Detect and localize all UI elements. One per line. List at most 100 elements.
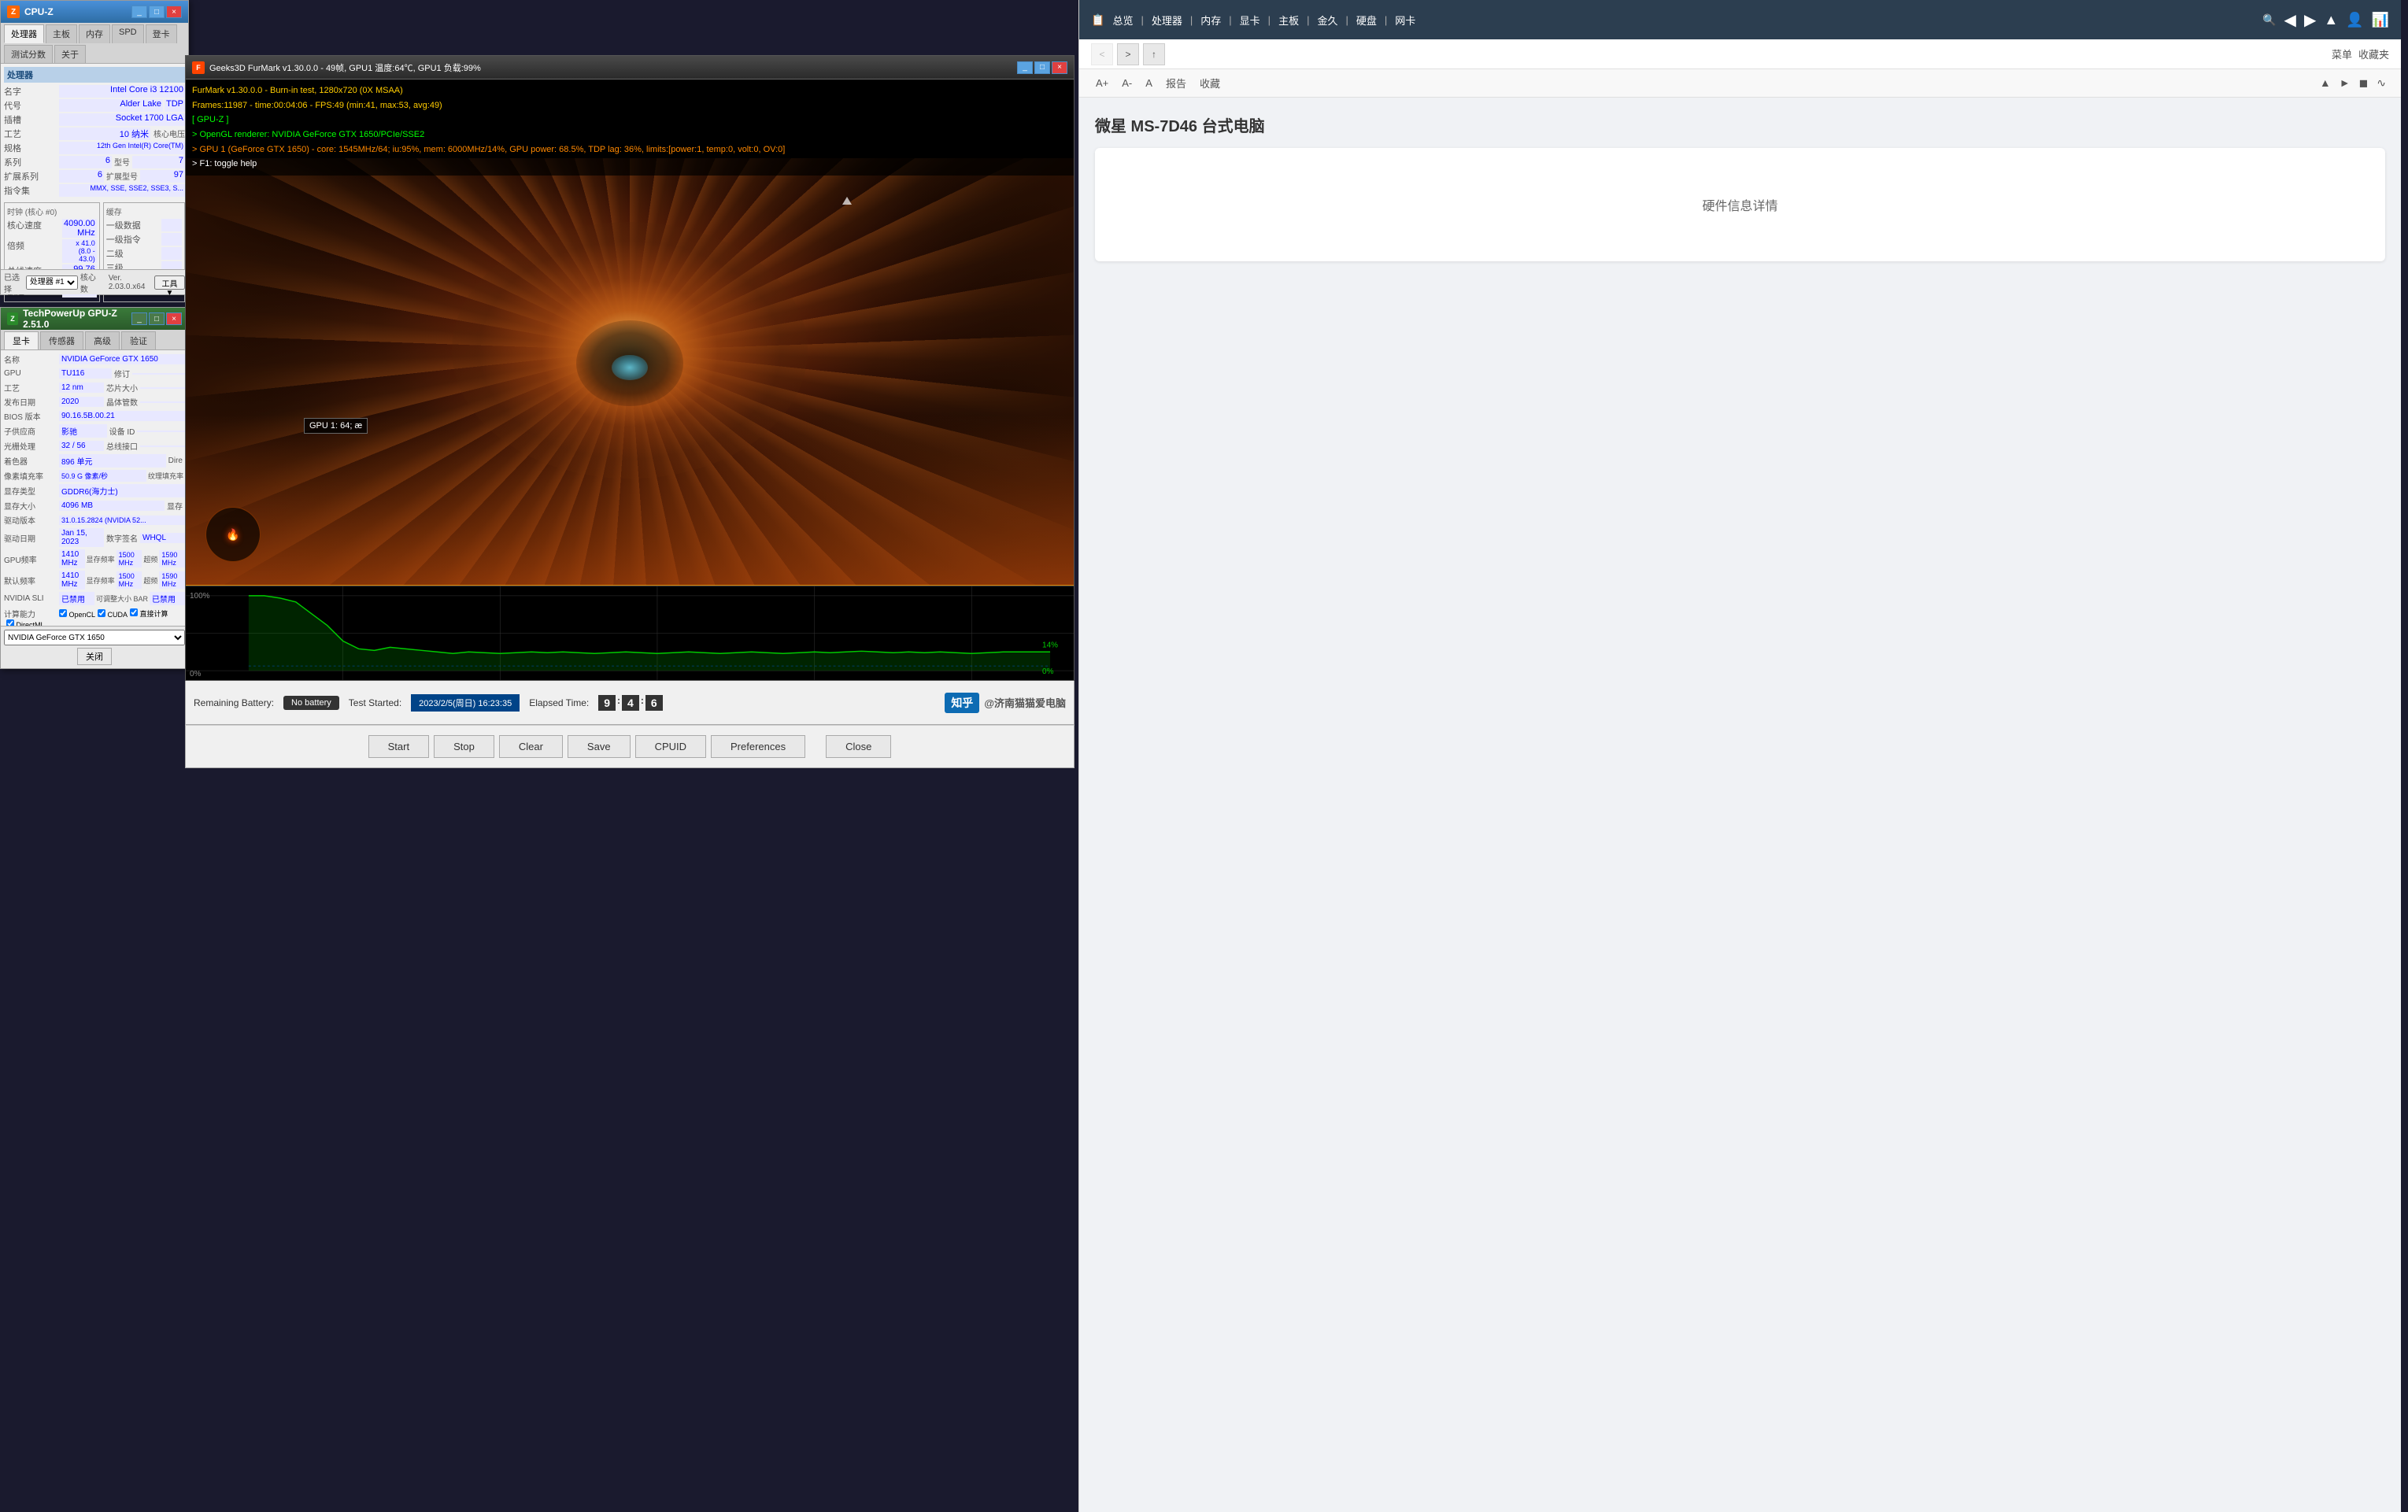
- cpuz-processor-selector[interactable]: 处理器 #1: [26, 275, 78, 290]
- cpuz-row-instructions: 指令集 MMX, SSE, SSE2, SSE3, S...: [4, 184, 185, 197]
- cpuz-tab-memory[interactable]: 内存: [79, 24, 110, 43]
- gpuz-opencl-check[interactable]: OpenCL: [59, 609, 95, 619]
- second-nav-memory[interactable]: 内存: [1200, 13, 1221, 28]
- cpuz-tabs: 处理器 主板 内存 SPD 登卡 测试分数 关于: [1, 23, 188, 64]
- furmark-lava-bg: 🔥: [186, 158, 1074, 586]
- temp-line-indicator: [186, 585, 1074, 586]
- clear-button[interactable]: Clear: [499, 735, 563, 758]
- gpuz-row-default-clock: 默认频率 1410 MHz 显存频率 1500 MHz 超频 1590 MHz: [4, 571, 185, 590]
- furmark-maximize-btn[interactable]: □: [1034, 61, 1050, 74]
- cpuz-title-text: CPU-Z: [24, 6, 54, 17]
- furmark-status-bar: Remaining Battery: No battery Test Start…: [185, 681, 1075, 725]
- gpuz-window-controls: _ □ ×: [131, 312, 182, 325]
- second-nav-hardware[interactable]: 网卡: [1395, 13, 1415, 28]
- furmark-info-line-1: FurMark v1.30.0.0 - Burn-in test, 1280x7…: [192, 83, 1067, 98]
- cpuz-version: Ver. 2.03.0.x64: [109, 274, 152, 291]
- furmark-titlebar[interactable]: F Geeks3D FurMark v1.30.0.0 - 49帧, GPU1 …: [186, 56, 1074, 79]
- second-app-toolbar-right: 菜单 收藏夹: [2332, 46, 2389, 61]
- cpuz-titlebar[interactable]: Z CPU-Z _ □ ×: [1, 1, 188, 23]
- second-nav-up-icon[interactable]: ▲: [2324, 12, 2338, 28]
- gpuz-row-fillrate: 像素填充率 50.9 G 像素/秒 纹理填充率: [4, 470, 185, 482]
- menu-icon-1[interactable]: ▲: [2317, 73, 2334, 93]
- gpuz-row-gpu-clock: GPU频率 1410 MHz 显存频率 1500 MHz 超频 1590 MHz: [4, 549, 185, 568]
- menu-icon-3[interactable]: ◼: [2356, 73, 2372, 93]
- second-nav-network[interactable]: 硬盘: [1356, 13, 1377, 28]
- cpuz-tab-spd[interactable]: SPD: [112, 24, 144, 43]
- furmark-minimize-btn[interactable]: _: [1017, 61, 1033, 74]
- test-started-value: 2023/2/5(周日) 16:23:35: [411, 694, 520, 712]
- furmark-close-btn[interactable]: ×: [1052, 61, 1067, 74]
- second-nav-motherboard[interactable]: 主板: [1278, 13, 1299, 28]
- second-topbar-icon1[interactable]: 👤: [2346, 12, 2363, 28]
- furmark-info-line-6: > F1: toggle help: [192, 157, 1067, 172]
- second-toolbar-menu[interactable]: 菜单: [2332, 46, 2352, 61]
- elapsed-seconds: 6: [645, 695, 663, 711]
- gpuz-close-row: 关闭: [4, 648, 185, 665]
- svg-text:100%: 100%: [190, 592, 210, 601]
- furmark-window-controls: _ □ ×: [1017, 61, 1067, 74]
- gpuz-tabs: 显卡 传感器 高级 验证: [1, 330, 188, 350]
- gpuz-row-sli: NVIDIA SLI 已禁用 可调整大小 BAR 已禁用: [4, 592, 185, 605]
- menu-item-zoom[interactable]: A: [1141, 74, 1157, 92]
- second-nav-storage[interactable]: 金久: [1317, 13, 1337, 28]
- gpuz-tab-sensors[interactable]: 传感器: [40, 331, 83, 349]
- menu-item-collect[interactable]: 收藏: [1195, 72, 1225, 94]
- menu-item-a-increase[interactable]: A+: [1091, 74, 1113, 92]
- stop-button[interactable]: Stop: [434, 735, 494, 758]
- gpuz-close-button[interactable]: 关闭: [77, 648, 112, 665]
- furmark-info-line-3: [ GPU-Z ]: [192, 113, 1067, 128]
- furmark-info-line-5: > GPU 1 (GeForce GTX 1650) - core: 1545M…: [192, 142, 1067, 157]
- cpuz-minimize-btn[interactable]: _: [131, 6, 147, 18]
- cpuid-button[interactable]: CPUID: [635, 735, 706, 758]
- gpuz-maximize-btn[interactable]: □: [149, 312, 165, 325]
- start-button[interactable]: Start: [368, 735, 429, 758]
- gpuz-minimize-btn[interactable]: _: [131, 312, 147, 325]
- close-button[interactable]: Close: [826, 735, 891, 758]
- cpuz-maximize-btn[interactable]: □: [149, 6, 165, 18]
- cpuz-tab-processor[interactable]: 处理器: [4, 24, 44, 43]
- second-nav-zulan[interactable]: 处理器: [1152, 13, 1182, 28]
- gpuz-close-btn[interactable]: ×: [166, 312, 182, 325]
- gpuz-cuda-check[interactable]: CUDA: [98, 609, 128, 619]
- cpuz-tab-motherboard[interactable]: 主板: [46, 24, 77, 43]
- gpuz-tab-card[interactable]: 显卡: [4, 331, 39, 349]
- menu-icon-2[interactable]: ►: [2336, 73, 2354, 93]
- second-nav-video[interactable]: 显卡: [1240, 13, 1260, 28]
- elapsed-minutes: 4: [622, 695, 639, 711]
- gpuz-tab-validate[interactable]: 验证: [121, 331, 156, 349]
- furmark-buttons-bar: Start Stop Clear Save CPUID Preferences …: [185, 725, 1075, 768]
- gpuz-titlebar[interactable]: Z TechPowerUp GPU-Z 2.51.0 _ □ ×: [1, 308, 188, 330]
- second-nav-right-icon[interactable]: ▶: [2304, 10, 2316, 30]
- gpuz-gpu-selector[interactable]: NVIDIA GeForce GTX 1650: [4, 630, 185, 645]
- menu-item-report[interactable]: 报告: [1161, 72, 1191, 94]
- second-search-icon[interactable]: 🔍: [2262, 13, 2276, 27]
- nav-back-button[interactable]: <: [1091, 43, 1113, 65]
- gpuz-row-name: 名称 NVIDIA GeForce GTX 1650: [4, 353, 185, 365]
- cpuz-tab-about[interactable]: 关于: [54, 45, 86, 63]
- second-toolbar-favorites[interactable]: 收藏夹: [2358, 46, 2389, 61]
- save-button[interactable]: Save: [568, 735, 631, 758]
- second-topbar-icon2[interactable]: 📊: [2372, 12, 2389, 28]
- nav-up-button[interactable]: ↑: [1143, 43, 1165, 65]
- second-app-menu-bar: A+ A- A 报告 收藏 ▲ ► ◼ ∿: [1079, 69, 2401, 98]
- cpuz-close-btn[interactable]: ×: [166, 6, 182, 18]
- second-nav-left-icon[interactable]: ◀: [2284, 10, 2296, 30]
- gpuz-row-memsize: 显存大小 4096 MB 显存: [4, 500, 185, 512]
- preferences-button[interactable]: Preferences: [711, 735, 805, 758]
- menu-icon-4[interactable]: ∿: [2373, 73, 2389, 93]
- gpuz-tab-advanced[interactable]: 高级: [85, 331, 120, 349]
- cpuz-tab-video[interactable]: 登卡: [146, 24, 177, 43]
- cpuz-tab-bench[interactable]: 测试分数: [4, 45, 53, 63]
- second-app-main-content: 微星 MS-7D46 台式电脑 硬件信息详情: [1079, 98, 2401, 289]
- cpuz-tools-button[interactable]: 工具 ▼: [154, 275, 185, 290]
- cpuz-row-process: 工艺 10 纳米 核心电压: [4, 128, 185, 140]
- cpuz-icon: Z: [7, 6, 20, 18]
- menu-item-a-decrease[interactable]: A-: [1117, 74, 1137, 92]
- gpu-temp-tooltip: GPU 1: 64; æ: [304, 418, 368, 434]
- gpuz-directcompute-check[interactable]: 直接计算: [130, 608, 168, 619]
- gpuz-icon: Z: [7, 312, 18, 325]
- second-app-panel: 📋 总览 | 处理器 | 内存 | 显卡 | 主板 | 金久 | 硬盘 | 网卡…: [1078, 0, 2401, 1512]
- nav-forward-button[interactable]: >: [1117, 43, 1139, 65]
- gpuz-row-vendor: 子供应商 影驰 设备 ID: [4, 424, 185, 438]
- battery-label: Remaining Battery:: [194, 697, 274, 708]
